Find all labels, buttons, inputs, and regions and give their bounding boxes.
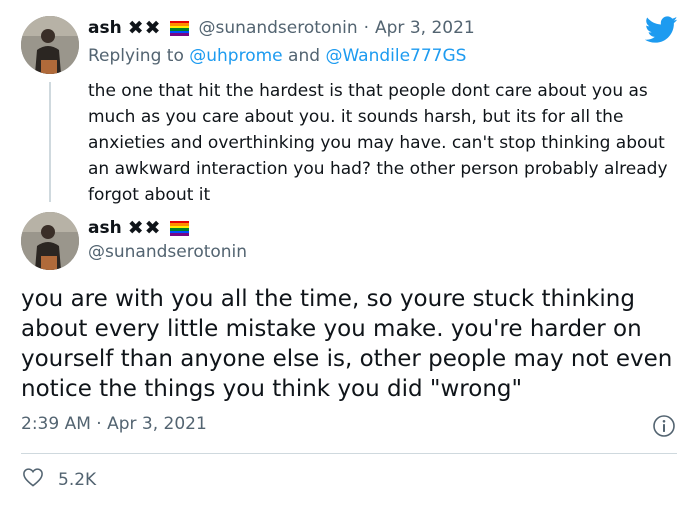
twitter-bird-icon [644, 16, 678, 44]
rainbow-flag-icon [169, 220, 189, 236]
tweet-date[interactable]: Apr 3, 2021 [375, 18, 475, 38]
avatar[interactable] [21, 16, 79, 74]
mention-link[interactable]: @Wandile777GS [325, 46, 466, 66]
name-emoji: ✖✖ [127, 17, 162, 39]
author-name[interactable]: ash [88, 218, 122, 238]
info-icon[interactable] [652, 414, 676, 438]
replying-to: Replying to @uhprome and @Wandile777GS [88, 46, 466, 66]
replying-to-prefix: Replying to [88, 46, 184, 66]
replying-to-and: and [288, 46, 321, 66]
thread-line [49, 82, 51, 202]
main-tweet-author: ash ✖✖ [88, 217, 193, 239]
author-handle[interactable]: @sunandserotonin [199, 18, 358, 38]
author-handle[interactable]: @sunandserotonin [88, 242, 247, 262]
name-emoji: ✖✖ [127, 217, 162, 239]
author-name[interactable]: ash [88, 18, 122, 38]
divider [21, 453, 677, 454]
main-tweet-text: you are with you all the time, so youre … [21, 286, 673, 402]
like-count: 5.2K [58, 469, 97, 490]
reply-tweet-header: ash ✖✖ @sunandserotonin · Apr 3, 2021 [88, 17, 475, 39]
heart-icon[interactable] [22, 467, 44, 492]
tweet-timestamp[interactable]: 2:39 AM · Apr 3, 2021 [21, 414, 207, 434]
reply-tweet-text: the one that hit the hardest is that peo… [88, 81, 668, 205]
rainbow-flag-icon [169, 20, 189, 36]
like-action[interactable]: 5.2K [22, 467, 96, 492]
avatar[interactable] [21, 212, 79, 270]
mention-link[interactable]: @uhprome [189, 46, 282, 66]
separator-dot: · [363, 18, 370, 38]
